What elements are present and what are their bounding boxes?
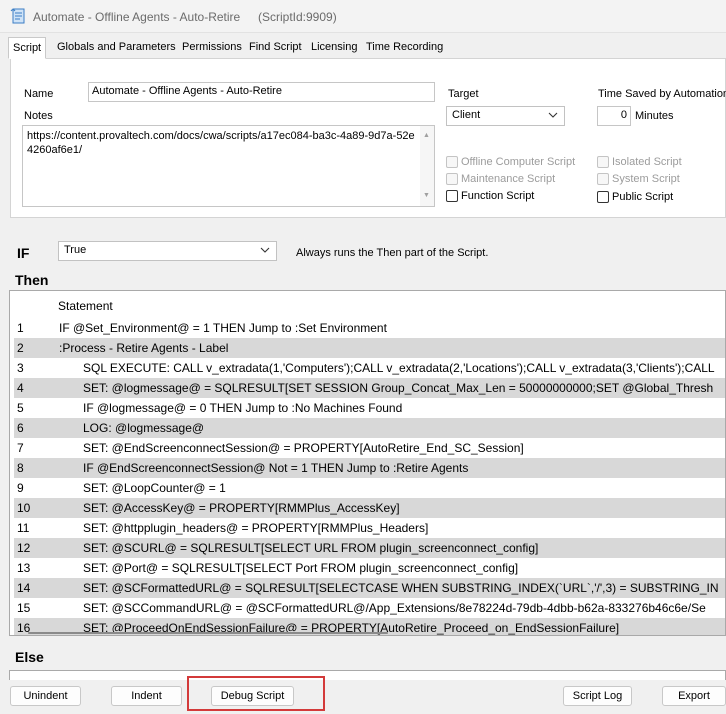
table-row[interactable]: 10 SET: @AccessKey@ = PROPERTY[RMMPlus_Ac…	[14, 498, 725, 518]
row-number: 8	[17, 461, 24, 475]
statement-text: :Process - Retire Agents - Label	[59, 341, 229, 355]
if-label: IF	[17, 245, 30, 261]
row-number: 10	[17, 501, 31, 515]
table-row[interactable]: 14 SET: @SCFormattedURL@ = SQLRESULT[SELE…	[14, 578, 725, 598]
script-log-button[interactable]: Script Log	[563, 686, 632, 706]
tab-find-script[interactable]: Find Script	[245, 37, 306, 59]
debug-script-highlight	[187, 676, 325, 711]
row-number: 13	[17, 561, 31, 575]
if-hint: Always runs the Then part of the Script.	[296, 247, 489, 259]
table-row[interactable]: 1 IF @Set_Environment@ = 1 THEN Jump to :…	[14, 318, 725, 338]
table-row[interactable]: 7 SET: @EndScreenconnectSession@ = PROPER…	[14, 438, 725, 458]
table-row[interactable]: 13 SET: @Port@ = SQLRESULT[SELECT Port FR…	[14, 558, 725, 578]
script-id: (ScriptId:9909)	[258, 10, 337, 24]
statement-text: SET: @SCURL@ = SQLRESULT[SELECT URL FROM…	[83, 541, 539, 555]
row-number: 11	[17, 521, 30, 535]
unindent-button[interactable]: Unindent	[10, 686, 81, 706]
row-number: 2	[17, 341, 24, 355]
notes-scrollbar[interactable]: ▲ ▼	[420, 126, 434, 206]
notes-label: Notes	[24, 110, 53, 122]
export-button[interactable]: Export	[662, 686, 726, 706]
row-number: 9	[17, 481, 24, 495]
statement-text: SET: @SCFormattedURL@ = SQLRESULT[SELECT…	[83, 581, 719, 595]
notes-text: https://content.provaltech.com/docs/cwa/…	[27, 130, 415, 156]
row-number: 6	[17, 421, 24, 435]
statement-text: SET: @httpplugin_headers@ = PROPERTY[RMM…	[83, 521, 429, 535]
row-number: 5	[17, 401, 24, 415]
row-number: 3	[17, 361, 24, 375]
window-title: Automate - Offline Agents - Auto-Retire	[33, 10, 241, 24]
if-condition-value: True	[64, 244, 87, 256]
chevron-down-icon	[548, 112, 558, 118]
table-row[interactable]: 9 SET: @LoopCounter@ = 1	[14, 478, 725, 498]
table-row[interactable]: 8 IF @EndScreenconnectSession@ Not = 1 TH…	[14, 458, 725, 478]
else-statements-grid[interactable]	[9, 670, 726, 680]
row-number: 7	[17, 441, 24, 455]
statement-text: LOG: @logmessage@	[83, 421, 205, 435]
notes-field[interactable]: https://content.provaltech.com/docs/cwa/…	[22, 125, 435, 207]
script-document-icon	[10, 8, 25, 24]
statement-text: IF @Set_Environment@ = 1 THEN Jump to :S…	[59, 321, 387, 335]
tab-permissions[interactable]: Permissions	[178, 37, 246, 59]
if-condition-select[interactable]: True	[58, 241, 277, 261]
table-row[interactable]: 12 SET: @SCURL@ = SQLRESULT[SELECT URL FR…	[14, 538, 725, 558]
table-row[interactable]: 6 LOG: @logmessage@	[14, 418, 725, 438]
table-row[interactable]: 5 IF @logmessage@ = 0 THEN Jump to :No Ma…	[14, 398, 725, 418]
statement-text: SET: @EndScreenconnectSession@ = PROPERT…	[83, 441, 524, 455]
then-label: Then	[15, 272, 49, 288]
row-number: 4	[17, 381, 24, 395]
row-number: 15	[17, 601, 31, 615]
time-saved-label: Time Saved by Automation	[598, 88, 726, 100]
time-saved-field[interactable]: 0	[597, 106, 631, 126]
statement-column-header: Statement	[58, 299, 113, 313]
then-statements-grid[interactable]: Statement 1 IF @Set_Environment@ = 1 THEN…	[9, 290, 726, 636]
row-number: 12	[17, 541, 31, 555]
indent-button[interactable]: Indent	[111, 686, 182, 706]
chevron-down-icon	[260, 247, 270, 253]
table-row[interactable]: 11 SET: @httpplugin_headers@ = PROPERTY[R…	[14, 518, 725, 538]
table-row[interactable]: 3 SQL EXECUTE: CALL v_extradata(1,'Comput…	[14, 358, 725, 378]
else-label: Else	[15, 649, 44, 665]
statement-text: SET: @logmessage@ = SQLRESULT[SET SESSIO…	[83, 381, 714, 395]
statement-text: SET: @SCCommandURL@ = @SCFormattedURL@/A…	[83, 601, 706, 615]
statement-text: SQL EXECUTE: CALL v_extradata(1,'Compute…	[83, 361, 715, 375]
tab-globals-and-parameters[interactable]: Globals and Parameters	[53, 37, 180, 59]
target-label: Target	[448, 88, 479, 100]
statement-text: SET: @Port@ = SQLRESULT[SELECT Port FROM…	[83, 561, 519, 575]
title-bar: Automate - Offline Agents - Auto-Retire …	[0, 0, 726, 33]
statement-text: IF @logmessage@ = 0 THEN Jump to :No Mac…	[83, 401, 403, 415]
tab-script[interactable]: Script	[8, 37, 47, 59]
table-row[interactable]: 2 :Process - Retire Agents - Label	[14, 338, 725, 358]
tab-time-recording[interactable]: Time Recording	[362, 37, 448, 59]
target-select[interactable]: Client	[446, 106, 565, 126]
tab-licensing[interactable]: Licensing	[307, 37, 362, 59]
scroll-up-icon[interactable]: ▲	[423, 129, 430, 143]
target-selected-value: Client	[452, 109, 481, 121]
minutes-label: Minutes	[635, 110, 674, 122]
horizontal-scrollbar[interactable]	[28, 632, 388, 634]
table-row[interactable]: 15 SET: @SCCommandURL@ = @SCFormattedURL@…	[14, 598, 725, 618]
table-row[interactable]: 4 SET: @logmessage@ = SQLRESULT[SET SESSI…	[14, 378, 725, 398]
statement-text: SET: @LoopCounter@ = 1	[83, 481, 226, 495]
statement-text: SET: @AccessKey@ = PROPERTY[RMMPlus_Acce…	[83, 501, 400, 515]
row-number: 1	[17, 321, 24, 335]
name-field[interactable]: Automate - Offline Agents - Auto-Retire	[88, 82, 435, 102]
scroll-down-icon[interactable]: ▼	[423, 189, 430, 203]
name-label: Name	[24, 88, 54, 100]
row-number: 14	[17, 581, 31, 595]
statement-text: IF @EndScreenconnectSession@ Not = 1 THE…	[83, 461, 469, 475]
